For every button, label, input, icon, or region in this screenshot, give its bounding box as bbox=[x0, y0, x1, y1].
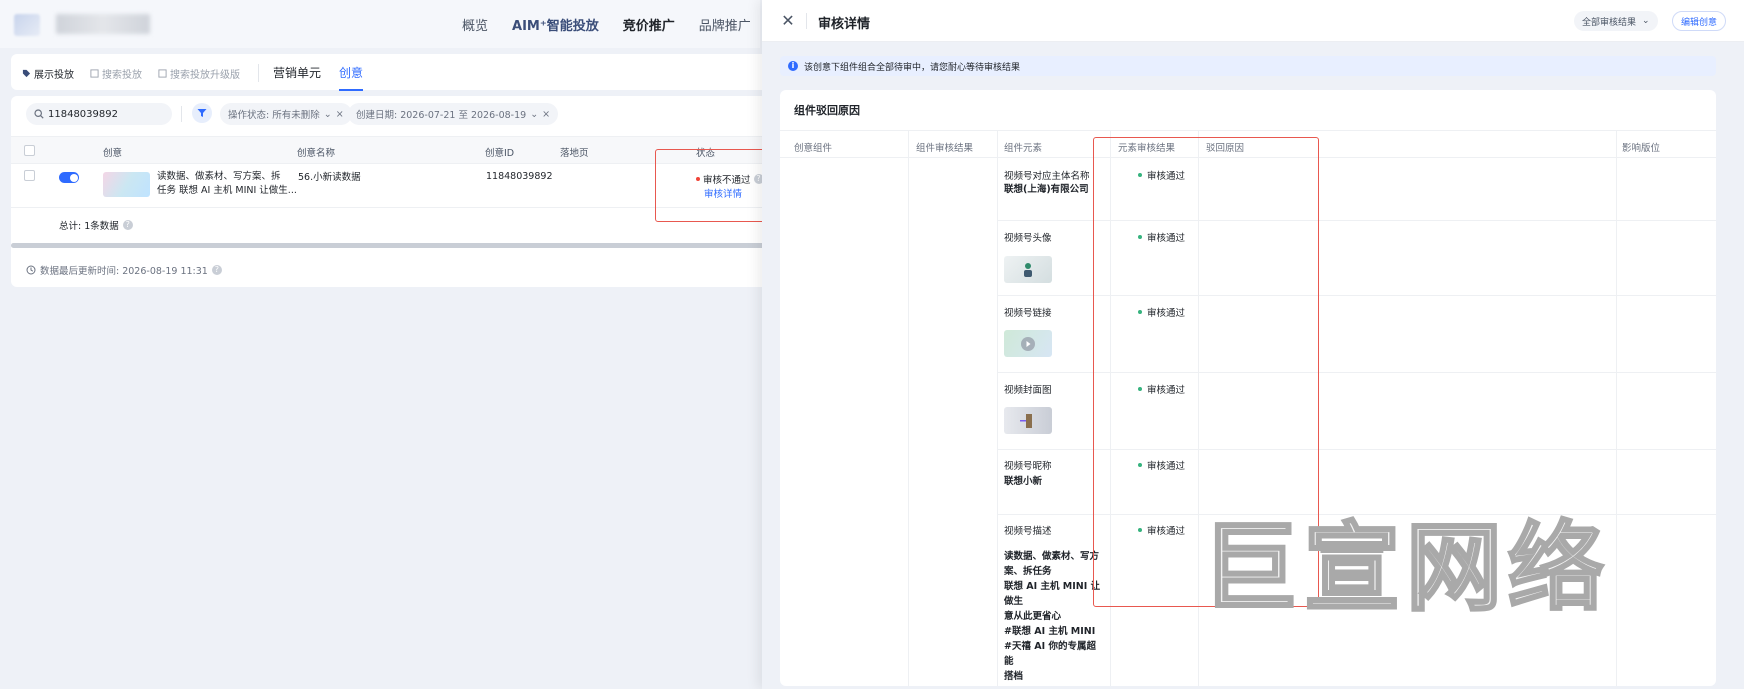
watermark: 巨宣网络 bbox=[1201, 511, 1610, 626]
total-count: 总计: 1条数据 ? bbox=[59, 218, 133, 232]
cover-image-thumbnail[interactable] bbox=[1004, 407, 1052, 434]
drawer-title: 审核详情 bbox=[818, 17, 871, 32]
element-value: 读数据、做素材、写方 案、拆任务 联想 AI 主机 MINI 让做生 意从此更省… bbox=[1004, 549, 1104, 684]
column-divider bbox=[997, 130, 998, 686]
element-value-line: 意从此更省心 bbox=[1004, 611, 1062, 622]
last-updated-text: 数据最后更新时间: 2026-08-19 11:31 bbox=[40, 266, 208, 277]
pill-display[interactable]: 展示投放 bbox=[22, 66, 74, 81]
doc-icon bbox=[90, 68, 99, 78]
search-value: 11848039892 bbox=[48, 108, 118, 120]
total-text: 总计: 1条数据 bbox=[59, 221, 119, 232]
last-updated: 数据最后更新时间: 2026-08-19 11:31 ? bbox=[26, 263, 222, 277]
divider bbox=[258, 64, 259, 82]
element-label: 视频封面图 bbox=[1004, 385, 1052, 396]
notice-text: 该创意下组件组合全部待审中，请您耐心等待审核结果 bbox=[804, 62, 1021, 73]
element-label: 视频号对应主体名称 bbox=[1004, 171, 1090, 182]
tag-icon bbox=[22, 69, 31, 77]
pill-search[interactable]: 搜索投放 bbox=[90, 66, 142, 81]
pill-search-upgrade[interactable]: 搜索投放升级版 bbox=[158, 66, 240, 81]
close-icon[interactable]: × bbox=[336, 109, 344, 120]
status-filter-label: 操作状态: 所有未删除 bbox=[228, 110, 320, 121]
col-element: 组件元素 bbox=[1004, 143, 1043, 154]
search-input[interactable]: 11848039892 bbox=[26, 103, 172, 125]
subnav: 展示投放 搜索投放 搜索投放升级版 营销单元 创意 bbox=[22, 55, 381, 91]
divider bbox=[806, 13, 807, 29]
col-creative: 创意 bbox=[103, 148, 123, 159]
element-value-line: 联想 AI 主机 MINI 让做生 bbox=[1004, 581, 1101, 607]
date-filter-label: 创建日期: 2026-07-21 至 2026-08-19 bbox=[356, 110, 527, 121]
row-checkbox[interactable] bbox=[24, 170, 35, 181]
element-value-line: 读数据、做素材、写方 bbox=[1004, 551, 1100, 562]
doc-icon bbox=[158, 68, 167, 78]
avatar-thumbnail[interactable] bbox=[1004, 256, 1052, 283]
close-icon[interactable]: × bbox=[542, 109, 550, 120]
chevron-down-icon: ⌄ bbox=[530, 108, 539, 120]
search-icon bbox=[34, 109, 44, 119]
nav-overview[interactable]: 概览 bbox=[462, 15, 488, 34]
element-value-line: #联想 AI 主机 MINI bbox=[1004, 626, 1096, 637]
avatar-figure-icon bbox=[1024, 262, 1032, 277]
date-filter-chip[interactable]: 创建日期: 2026-07-21 至 2026-08-19 ⌄ × bbox=[348, 103, 559, 125]
element-value-line: 案、拆任务 bbox=[1004, 566, 1052, 577]
col-affected-slot: 影响版位 bbox=[1622, 143, 1661, 154]
row-toggle[interactable] bbox=[59, 172, 79, 183]
highlight-box bbox=[655, 149, 768, 222]
notice-bar: i 该创意下组件组合全部待审中，请您耐心等待审核结果 bbox=[780, 56, 1716, 76]
panel-title: 组件驳回原因 bbox=[794, 104, 860, 117]
element-value-line: #天禧 AI 你的专属超能 bbox=[1004, 641, 1096, 667]
video-link-thumbnail[interactable] bbox=[1004, 330, 1052, 357]
col-creative-id: 创意ID bbox=[485, 148, 515, 159]
top-navigation: 概览 AIM⁺智能投放 竞价推广 品牌推广 bbox=[0, 0, 760, 48]
help-icon[interactable]: ? bbox=[122, 220, 133, 230]
result-filter-select[interactable]: 全部审核结果 ⌄ bbox=[1574, 11, 1658, 31]
element-label: 视频号链接 bbox=[1004, 308, 1052, 319]
play-icon bbox=[1021, 336, 1035, 351]
result-filter-value: 全部审核结果 bbox=[1582, 17, 1637, 28]
col-component-result: 组件审核结果 bbox=[916, 143, 974, 154]
help-icon[interactable]: ? bbox=[211, 265, 222, 275]
filter-button[interactable] bbox=[192, 103, 212, 123]
column-divider bbox=[1616, 130, 1617, 686]
column-divider bbox=[908, 130, 909, 686]
creative-id: 11848039892 bbox=[486, 171, 553, 182]
chevron-down-icon: ⌄ bbox=[1642, 16, 1650, 26]
element-value: 联想(上海)有限公司 bbox=[1004, 184, 1089, 195]
logo-icon bbox=[14, 14, 40, 36]
filter-icon bbox=[197, 109, 207, 117]
element-label: 视频号描述 bbox=[1004, 526, 1052, 537]
element-label: 视频号头像 bbox=[1004, 233, 1052, 244]
select-all-checkbox[interactable] bbox=[24, 145, 35, 156]
edit-creative-button[interactable]: 编辑创意 bbox=[1672, 11, 1727, 31]
drawer-header: ✕ 审核详情 全部审核结果 ⌄ 编辑创意 bbox=[762, 0, 1744, 42]
element-label: 视频号昵称 bbox=[1004, 461, 1052, 472]
nav-bidding[interactable]: 竞价推广 bbox=[623, 15, 675, 34]
status-filter-chip[interactable]: 操作状态: 所有未删除 ⌄ × bbox=[220, 103, 352, 125]
element-value-line: 搭档 bbox=[1004, 671, 1024, 682]
col-landing-page: 落地页 bbox=[560, 148, 589, 159]
creative-name: 56.小新读数据 bbox=[298, 172, 361, 183]
element-value: 联想小新 bbox=[1004, 476, 1043, 487]
horizontal-scrollbar[interactable] bbox=[11, 243, 771, 248]
creative-desc: 读数据、做素材、写方案、拆 任务 联想 AI 主机 MINI 让做生... bbox=[157, 170, 297, 198]
creative-desc-line: 读数据、做素材、写方案、拆 bbox=[157, 171, 281, 182]
chevron-down-icon: ⌄ bbox=[323, 108, 332, 120]
pill-display-label: 展示投放 bbox=[34, 69, 74, 81]
creative-desc-line: 任务 联想 AI 主机 MINI 让做生... bbox=[157, 185, 297, 196]
product-image-icon bbox=[1020, 413, 1032, 428]
pill-search-label: 搜索投放 bbox=[102, 69, 142, 81]
tab-creative[interactable]: 创意 bbox=[339, 55, 364, 91]
nav-aim[interactable]: AIM⁺智能投放 bbox=[512, 15, 599, 34]
pill-search-upgrade-label: 搜索投放升级版 bbox=[170, 69, 240, 81]
nav-brand[interactable]: 品牌推广 bbox=[699, 15, 751, 34]
info-icon: i bbox=[788, 61, 798, 71]
tab-marketing-unit[interactable]: 营销单元 bbox=[273, 55, 321, 91]
divider bbox=[181, 106, 182, 122]
col-creative-name: 创意名称 bbox=[297, 148, 336, 159]
account-name-blurred bbox=[56, 14, 150, 34]
close-icon[interactable]: ✕ bbox=[778, 11, 798, 31]
clock-icon bbox=[26, 265, 36, 275]
col-component: 创意组件 bbox=[794, 143, 833, 154]
creative-thumbnail bbox=[103, 172, 150, 197]
